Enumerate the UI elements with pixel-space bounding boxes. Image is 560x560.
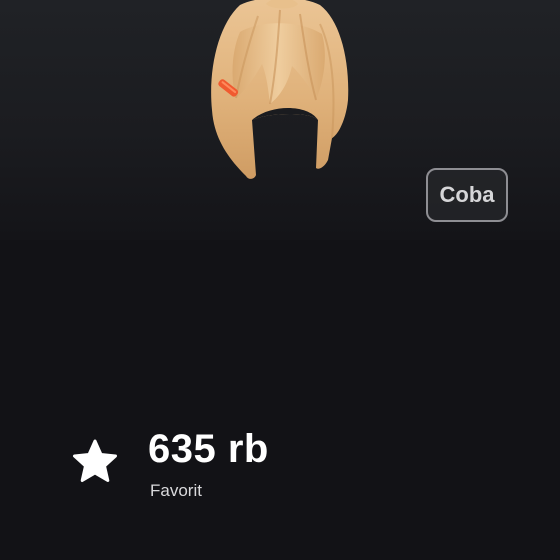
star-icon[interactable] xyxy=(70,437,120,487)
hair-item-image xyxy=(211,0,349,179)
item-preview: Coba xyxy=(0,0,560,240)
favorites-stat: 635 rb Favorit xyxy=(66,425,366,505)
favorites-count: 635 rb xyxy=(148,427,269,471)
try-on-button[interactable]: Coba xyxy=(426,168,508,222)
favorites-label: Favorit xyxy=(150,481,202,500)
